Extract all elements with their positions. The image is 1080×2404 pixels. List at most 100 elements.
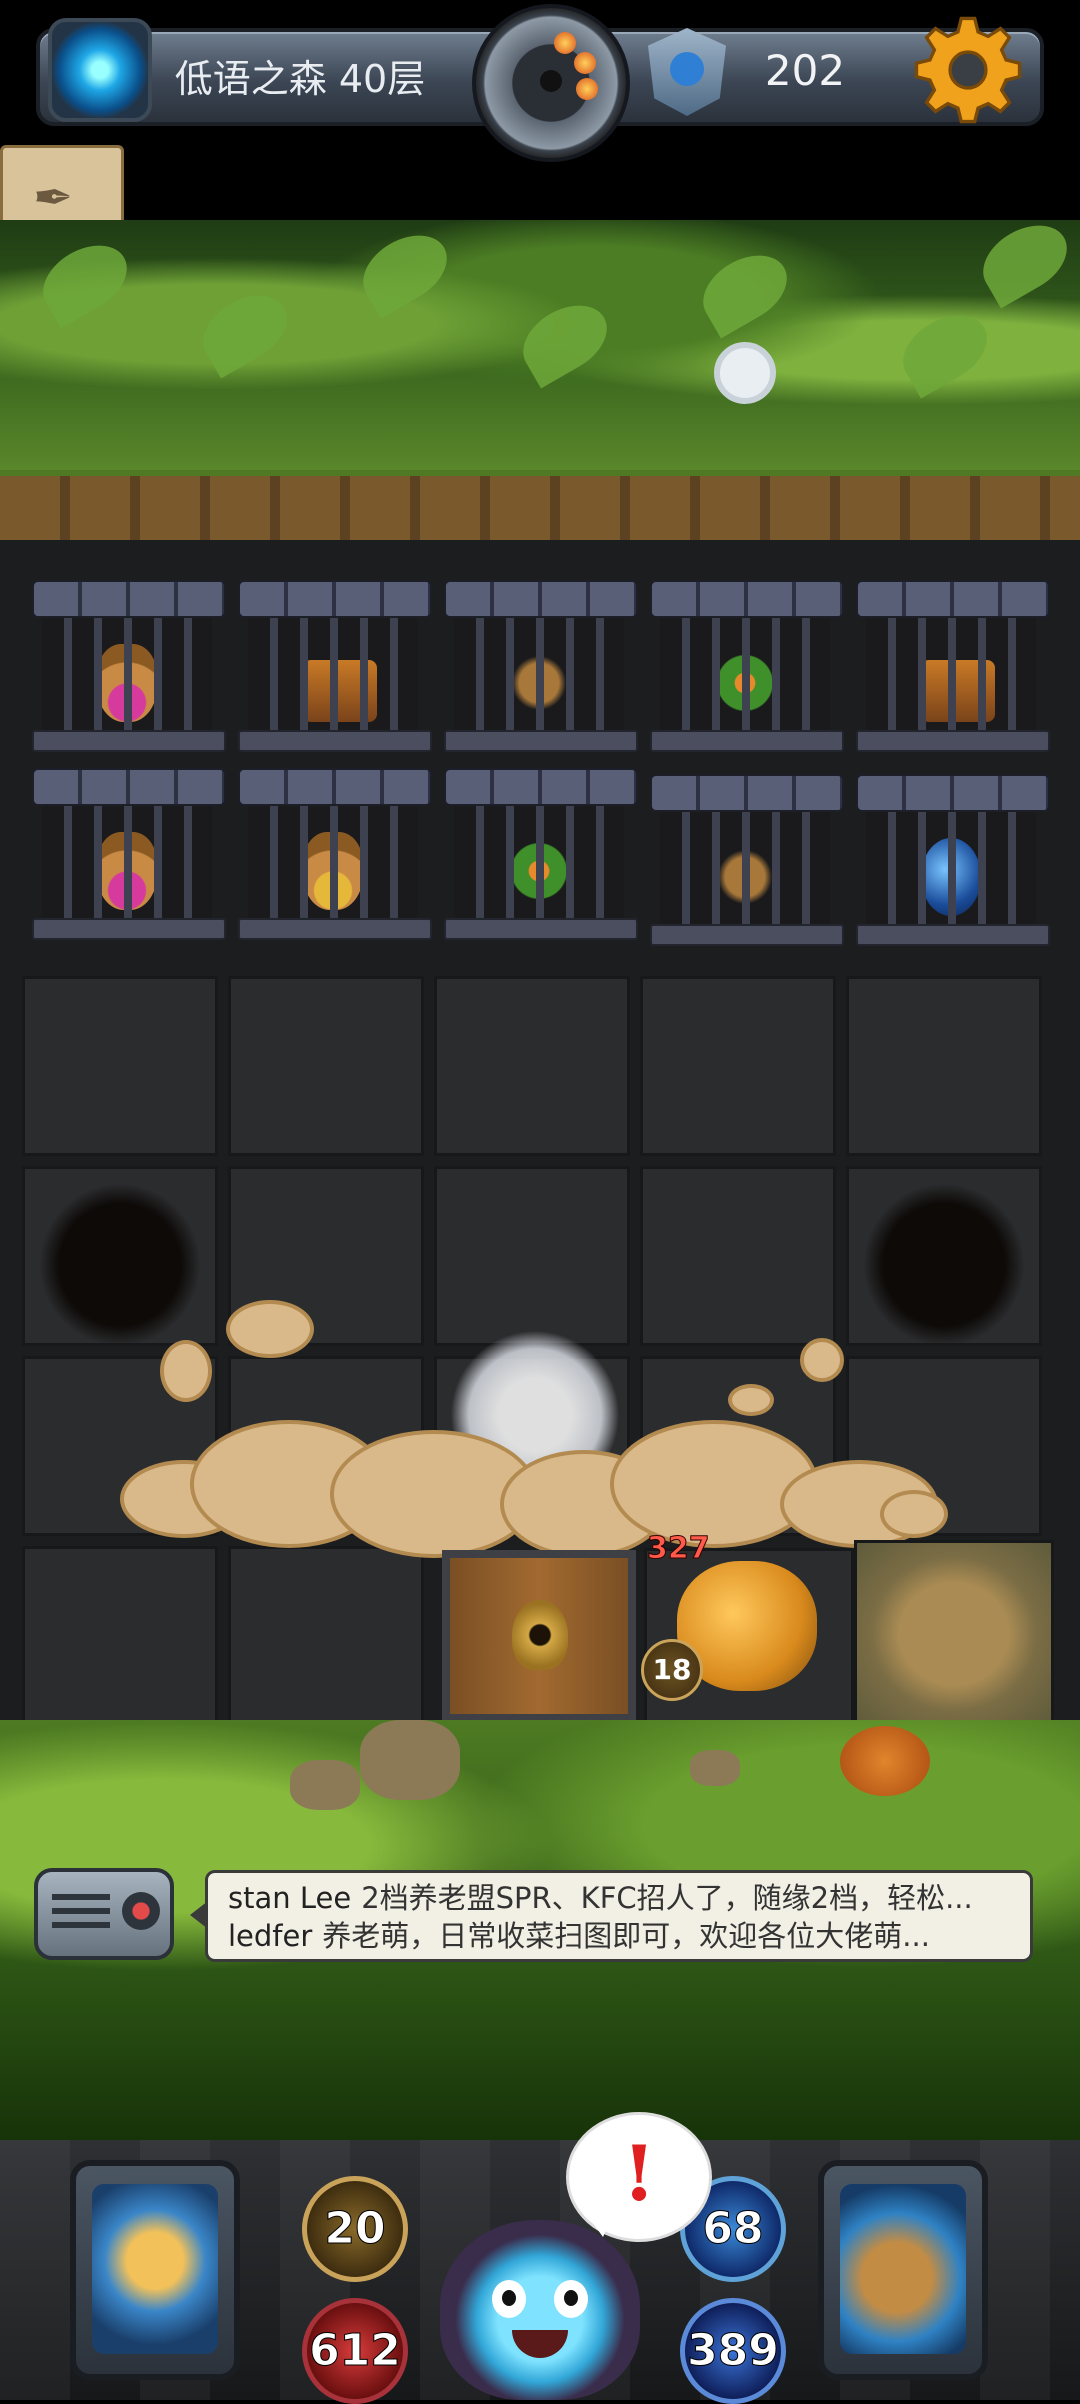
leaf [351,221,459,319]
floor-tile[interactable] [228,976,424,1156]
cage-bars [248,614,418,732]
forest-canopy-top [0,211,1080,480]
mp-stat: 389 [680,2298,786,2404]
cage-base [650,730,844,752]
cage-bars [454,614,624,732]
floor-title: 低语之森 40层 [174,57,426,101]
chat-sender: stan Lee [228,1881,352,1915]
cage-base [444,918,638,940]
hero-tile[interactable]: 327 18 [641,1531,854,1730]
floor-tile[interactable] [228,1546,424,1726]
dust-puff [160,1340,212,1402]
spellbook-button[interactable] [818,2160,988,2380]
portal-icon[interactable] [48,18,152,122]
bomb-dot [576,78,598,100]
locked-door[interactable] [442,1550,636,1722]
slime-mascot[interactable] [440,2220,640,2400]
chat-text: 2档养老盟SPR、KFC招人了，随缘2档，轻松... [361,1881,973,1915]
bomb-dot [574,52,596,74]
cage-bars [248,802,418,920]
cage-base [32,918,226,940]
pumpkin [840,1726,930,1796]
cage-top [32,580,226,618]
cage-bars [42,802,212,920]
cage-base [444,730,638,752]
cage-bars [454,802,624,920]
cage-bars [866,614,1036,732]
caged-item-tile[interactable] [238,580,432,758]
caged-item-tile[interactable] [238,768,432,946]
leaf [971,211,1079,309]
mascot-mouth [512,2330,568,2358]
chat-message: stan Lee 2档养老盟SPR、KFC招人了，随缘2档，轻松... [228,1879,1010,1917]
cage-bars [42,614,212,732]
cage-top [238,768,432,806]
scroll-map-icon: ✒ [33,170,74,226]
alert-bubble[interactable]: ! [566,2112,712,2242]
dust-cloud [880,1490,948,1538]
settings-gear-icon[interactable] [912,14,1024,126]
caged-item-tile[interactable] [32,580,226,758]
leaf [511,291,619,389]
dust-puff [800,1338,844,1382]
caged-item-tile[interactable] [856,580,1050,758]
broken-floor-tile[interactable] [22,1166,218,1346]
explored-path-tile[interactable] [854,1540,1054,1728]
exclamation-icon: ! [622,2129,656,2218]
chat-text: 养老萌，日常收菜扫图即可，欢迎各位大佬萌... [322,1919,930,1953]
cage-top [650,774,844,812]
floor-tile[interactable] [22,1546,218,1726]
dirt-border [0,470,1080,546]
caged-item-tile[interactable] [856,774,1050,952]
cage-top [238,580,432,618]
caged-item-tile[interactable] [32,768,226,946]
mascot-eye [492,2280,526,2318]
leaf [691,241,799,339]
leaf [891,301,999,399]
leaf [31,231,139,329]
spellbook-icon [840,2184,966,2354]
cage-base [856,924,1050,946]
cage-top [32,768,226,806]
attack-stat: 20 [302,2176,408,2282]
floor-tile[interactable] [434,976,630,1156]
keyhole-icon [512,1600,568,1670]
cage-top [856,774,1050,812]
rock [360,1720,460,1800]
currency-value: 202 [764,46,846,95]
cage-base [32,730,226,752]
hero-equipment-button[interactable] [70,2160,240,2380]
caged-item-tile[interactable] [650,580,844,758]
dust-puff [728,1384,774,1416]
chat-radio-button[interactable] [34,1868,174,1960]
dust-puff [226,1300,314,1358]
floor-tile[interactable] [22,976,218,1156]
chat-sender: ledfer [228,1919,313,1953]
hero-hp: 327 [647,1531,711,1567]
cage-bars [866,808,1036,926]
caged-item-tile[interactable] [444,768,638,946]
broken-floor-tile[interactable] [846,1166,1042,1346]
cage-base [856,730,1050,752]
caged-item-tile[interactable] [650,774,844,952]
bomb-core [540,70,562,92]
radio-grille-icon [52,1894,110,1934]
floor-tile[interactable] [846,976,1042,1156]
bomb-dot [554,32,576,54]
chat-preview[interactable]: stan Lee 2档养老盟SPR、KFC招人了，随缘2档，轻松... ledfe… [190,1870,1033,1962]
bomb-medallion-icon[interactable] [472,4,630,162]
caged-item-tile[interactable] [444,580,638,758]
cage-top [444,580,638,618]
magnifier-icon[interactable] [714,342,776,404]
floor-tile[interactable] [640,976,836,1156]
rock [690,1750,740,1786]
cage-base [650,924,844,946]
floor-tile[interactable] [640,1166,836,1346]
chat-message: ledfer 养老萌，日常收菜扫图即可，欢迎各位大佬萌... [228,1917,1010,1955]
hero-attack-badge: 18 [641,1639,703,1701]
compass-helmet-icon [92,2184,218,2354]
floor-tile[interactable] [434,1166,630,1346]
cage-top [856,580,1050,618]
cage-top [650,580,844,618]
mascot-eye [554,2280,588,2318]
